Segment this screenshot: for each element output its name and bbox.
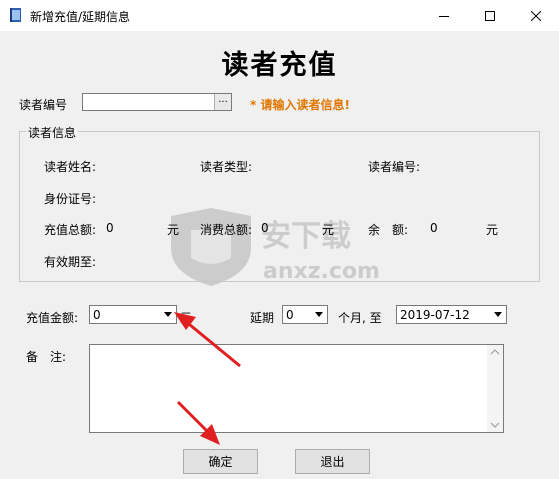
reader-no-info-label: 读者编号: <box>368 160 421 174</box>
remark-textarea[interactable] <box>89 344 504 433</box>
close-button[interactable] <box>513 0 559 31</box>
reader-name-label: 读者姓名: <box>44 160 97 174</box>
maximize-button[interactable] <box>467 0 513 31</box>
balance-unit: 元 <box>486 223 499 237</box>
window-title: 新增充值/延期信息 <box>30 10 131 24</box>
amount-unit: 元 <box>180 311 193 325</box>
extend-date-picker[interactable]: 2019-07-12 <box>396 305 507 324</box>
extend-label: 延期 <box>250 311 275 325</box>
maximize-icon <box>485 10 495 21</box>
reader-info-group <box>19 131 540 282</box>
recharge-total-label: 充值总额: <box>44 223 97 237</box>
extend-months-value: 0 <box>286 308 294 322</box>
page-title: 读者充值 <box>221 50 338 81</box>
extend-months-unit: 个月, 至 <box>338 311 382 325</box>
remark-scrollbar[interactable] <box>487 345 503 432</box>
minimize-button[interactable] <box>421 0 467 31</box>
consume-total-value: 0 <box>261 221 269 235</box>
reader-browse-button[interactable]: ... <box>214 94 231 110</box>
app-book-icon <box>8 7 24 23</box>
ok-button[interactable]: 确定 <box>183 449 258 474</box>
consume-total-unit: 元 <box>322 223 335 237</box>
balance-value: 0 <box>430 221 438 235</box>
chevron-down-icon <box>490 307 505 322</box>
minimize-icon <box>439 15 449 17</box>
reader-info-legend: 读者信息 <box>26 124 79 141</box>
reader-type-label: 读者类型: <box>200 160 253 174</box>
extend-date-value: 2019-07-12 <box>400 308 470 322</box>
recharge-total-unit: 元 <box>167 223 180 237</box>
consume-total-label: 消费总额: <box>200 223 253 237</box>
chevron-down-icon <box>311 307 326 322</box>
amount-value: 0 <box>93 308 101 322</box>
reader-no-label: 读者编号 <box>19 98 68 112</box>
expiry-label: 有效期至: <box>44 255 97 269</box>
amount-label: 充值金额: <box>26 311 79 325</box>
remark-label: 备 注: <box>26 350 67 364</box>
reader-no-input[interactable] <box>82 93 232 111</box>
exit-button[interactable]: 退出 <box>295 449 370 474</box>
chevron-down-icon <box>160 307 175 322</box>
extend-months-select[interactable]: 0 <box>282 305 328 324</box>
close-icon <box>531 10 541 21</box>
amount-select[interactable]: 0 <box>89 305 177 324</box>
scroll-arrows-icon <box>490 349 500 428</box>
recharge-total-value: 0 <box>106 221 114 235</box>
reader-hint: * 请输入读者信息! <box>250 98 350 112</box>
balance-label: 余 额: <box>368 223 409 237</box>
id-card-label: 身份证号: <box>44 192 97 206</box>
